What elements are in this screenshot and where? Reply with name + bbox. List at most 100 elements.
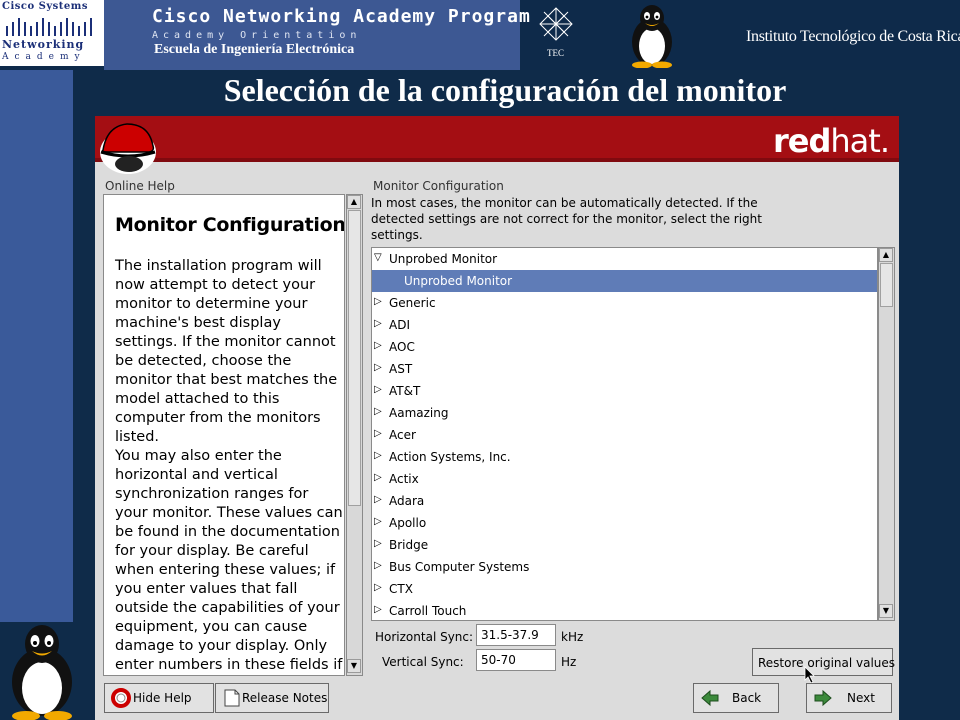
tree-row[interactable]: ▷ AOC [372,336,877,358]
collapsed-arrow-icon[interactable]: ▷ [374,362,382,373]
hide-help-button[interactable]: Hide Help [104,683,214,713]
help-paragraph-1: The installation program will now attemp… [115,258,338,445]
tree-row[interactable]: ▷ Aamazing [372,402,877,424]
tree-row-label: Adara [389,494,425,508]
collapsed-arrow-icon[interactable]: ▷ [374,494,382,505]
tree-row-label: Unprobed Monitor [404,274,513,288]
academy-text: Academy [2,52,86,62]
program-banner: Cisco Networking Academy Program Academy… [104,0,530,70]
installer-window: redhat. Online Help Monitor Configuratio… [95,116,899,720]
release-notes-button[interactable]: Release Notes [215,683,329,713]
expanded-arrow-icon[interactable]: ▽ [374,252,382,263]
tree-row-unprobed-selected[interactable]: Unprobed Monitor [372,270,877,292]
lifebuoy-icon [111,688,131,708]
vsync-label: Vertical Sync: [382,655,464,669]
tux-penguin-icon [632,5,672,68]
tree-row-label: ADI [389,318,410,332]
back-button[interactable]: Back [693,683,779,713]
release-notes-label: Release Notes [242,691,328,705]
redhat-wordmark: redhat. [773,122,890,160]
slide-title: Selección de la configuración del monito… [223,72,787,108]
cisco-logo-text: Cisco Systems [2,1,88,12]
collapsed-arrow-icon[interactable]: ▷ [374,560,382,571]
tree-row-label: Aamazing [389,406,449,420]
cisco-bars-icon [6,18,92,36]
collapsed-arrow-icon[interactable]: ▷ [374,516,382,527]
scroll-up-icon[interactable]: ▲ [879,248,893,262]
help-scroll-thumb[interactable] [348,210,361,506]
redhat-wordmark-bold: red [773,122,831,160]
arrow-right-icon [814,689,832,707]
help-pane: Monitor Configuration The installation p… [103,194,345,676]
tree-row-unprobed-group[interactable]: ▽ Unprobed Monitor [372,248,877,270]
tree-row-label: Action Systems, Inc. [389,450,511,464]
collapsed-arrow-icon[interactable]: ▷ [374,604,382,615]
hide-help-label: Hide Help [133,691,192,705]
help-scrollbar[interactable]: ▲ ▼ [346,194,363,676]
tree-scroll-thumb[interactable] [880,263,893,307]
tree-row[interactable]: ▷ Actix [372,468,877,490]
help-title: Monitor Configuration [115,214,345,236]
collapsed-arrow-icon[interactable]: ▷ [374,384,382,395]
restore-original-values-button[interactable]: Restore original values [752,648,895,676]
tree-row[interactable]: ▷ AT&T [372,380,877,402]
tree-row[interactable]: ▷ Bus Computer Systems [372,556,877,578]
tree-row-label: Bus Computer Systems [389,560,530,574]
scroll-down-icon[interactable]: ▼ [347,659,361,673]
cisco-academy-logo: Cisco Systems Networking Academy [0,0,104,66]
tree-row-label: Unprobed Monitor [389,252,498,266]
tree-row[interactable]: ▷ ADI [372,314,877,336]
next-label: Next [847,691,875,705]
vsync-unit: Hz [561,655,577,669]
monitor-tree-scrollbar[interactable]: ▲ ▼ [878,247,895,621]
tree-row-label: Apollo [389,516,427,530]
monitor-config-label: Monitor Configuration [373,179,504,193]
tree-row[interactable]: ▷ Generic [372,292,877,314]
tree-row-label: AST [389,362,413,376]
tux-penguin-large-icon [12,625,72,720]
hsync-unit: kHz [561,630,584,644]
tree-row[interactable]: ▷ Action Systems, Inc. [372,446,877,468]
monitor-description: In most cases, the monitor can be automa… [371,196,762,242]
school-name: Escuela de Ingeniería Electrónica [154,42,355,57]
tree-row[interactable]: ▷ CTX [372,578,877,600]
vsync-input[interactable]: 50-70 [476,649,556,671]
tree-row-label: Generic [389,296,436,310]
tree-row[interactable]: ▷ Bridge [372,534,877,556]
networking-text: Networking [2,38,85,51]
monitor-tree[interactable]: ▽ Unprobed Monitor Unprobed Monitor ▷ Gen… [371,247,878,621]
collapsed-arrow-icon[interactable]: ▷ [374,296,382,307]
slide-header: Cisco Systems Networking Academy Cisco N… [0,0,960,70]
scroll-down-icon[interactable]: ▼ [879,604,893,618]
collapsed-arrow-icon[interactable]: ▷ [374,582,382,593]
collapsed-arrow-icon[interactable]: ▷ [374,450,382,461]
tree-row-label: Carroll Touch [389,604,467,618]
tree-row[interactable]: ▷ Apollo [372,512,877,534]
left-decor-stripe [0,70,73,622]
tree-row[interactable]: ▷ Carroll Touch [372,600,877,620]
collapsed-arrow-icon[interactable]: ▷ [374,472,382,483]
redhat-shadowman-icon [100,123,156,174]
hsync-label: Horizontal Sync: [375,630,474,644]
collapsed-arrow-icon[interactable]: ▷ [374,340,382,351]
tree-row[interactable]: ▷ AST [372,358,877,380]
tree-row[interactable]: ▷ Adara [372,490,877,512]
tree-row-label: AOC [389,340,415,354]
collapsed-arrow-icon[interactable]: ▷ [374,318,382,329]
tree-row[interactable]: ▷ Acer [372,424,877,446]
collapsed-arrow-icon[interactable]: ▷ [374,428,382,439]
document-icon [224,689,240,707]
redhat-wordmark-rest: hat. [830,122,890,160]
tree-row-label: CTX [389,582,413,596]
next-button[interactable]: Next [806,683,892,713]
scroll-up-icon[interactable]: ▲ [347,195,361,209]
hsync-input[interactable]: 31.5-37.9 [476,624,556,646]
tree-row-label: Bridge [389,538,429,552]
program-subtitle: Academy Orientation [152,30,362,41]
back-label: Back [732,691,762,705]
mouse-cursor-icon [804,666,815,684]
collapsed-arrow-icon[interactable]: ▷ [374,406,382,417]
institute-name: Instituto Tecnológico de Costa Rica [746,28,960,45]
tree-row-label: AT&T [389,384,421,398]
collapsed-arrow-icon[interactable]: ▷ [374,538,382,549]
